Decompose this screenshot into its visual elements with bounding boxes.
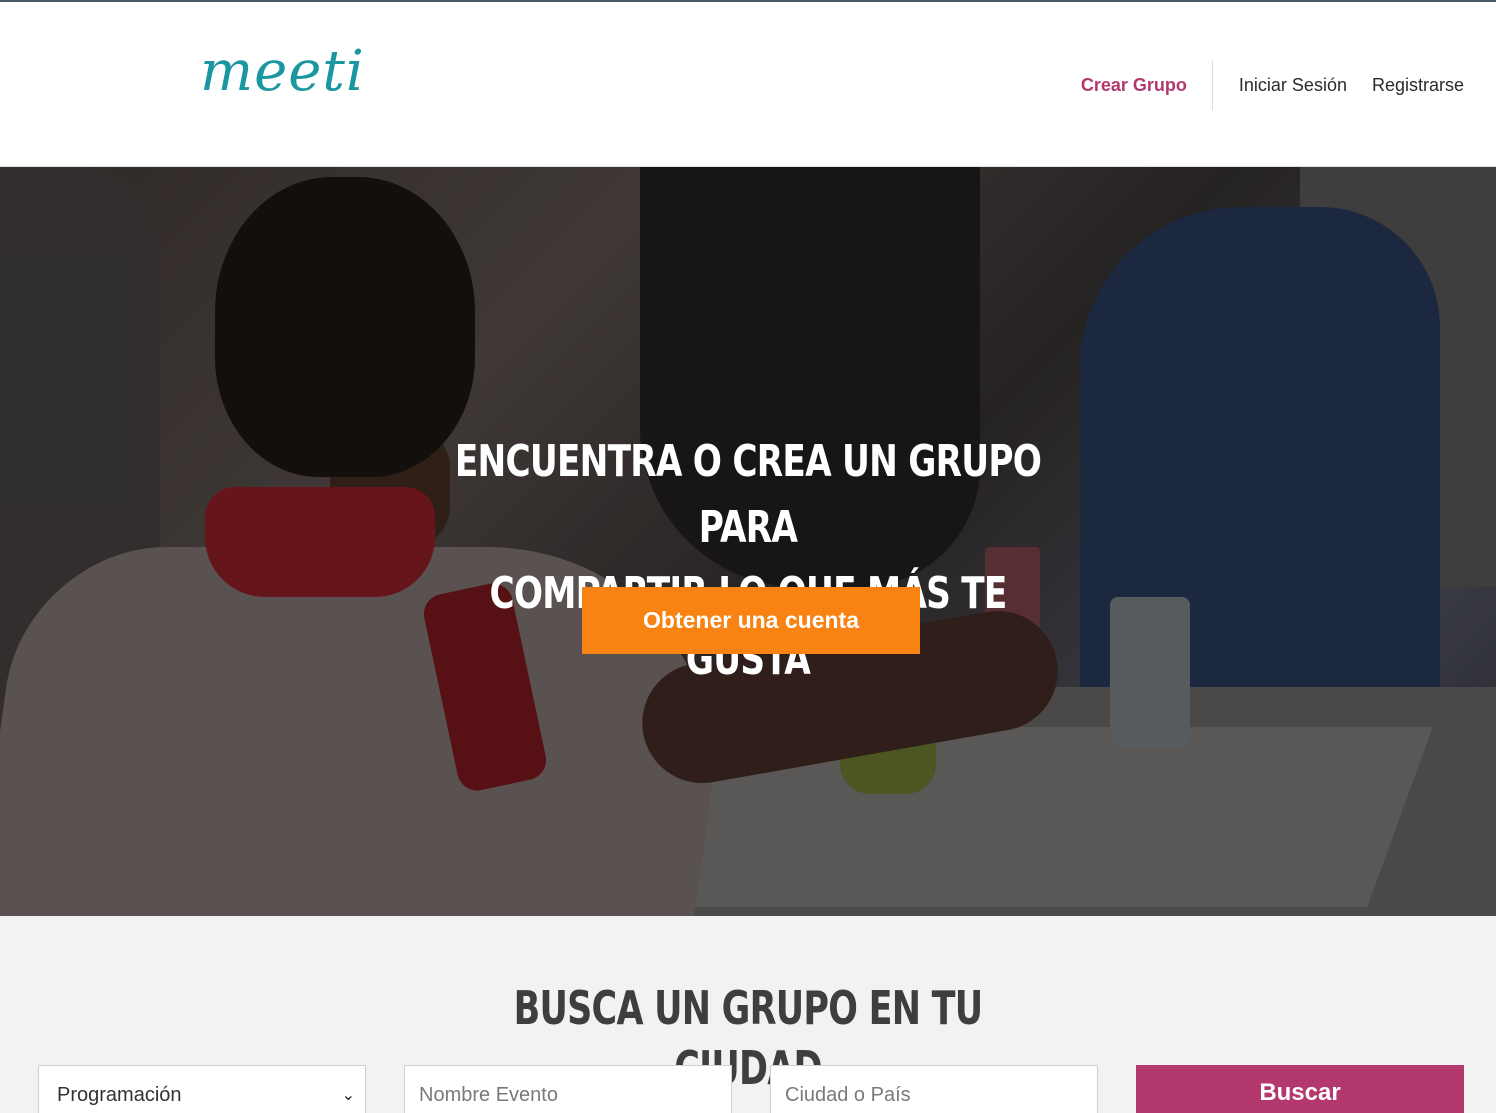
search-section: Busca un grupo en tu ciudad Programación… bbox=[0, 916, 1496, 1113]
category-select[interactable]: Programación ⌄ bbox=[38, 1065, 366, 1113]
hero-section: Encuentra o crea un grupo para compartir… bbox=[0, 167, 1496, 916]
register-link[interactable]: Registrarse bbox=[1372, 75, 1464, 96]
city-input[interactable] bbox=[771, 1066, 1097, 1113]
event-name-field[interactable] bbox=[404, 1065, 732, 1113]
event-name-input[interactable] bbox=[405, 1066, 731, 1113]
main-nav: Crear Grupo Iniciar Sesión Registrarse bbox=[1081, 60, 1464, 110]
site-header: meeti Crear Grupo Iniciar Sesión Registr… bbox=[0, 2, 1496, 167]
category-selected-value: Programación bbox=[57, 1083, 182, 1106]
get-account-button[interactable]: Obtener una cuenta bbox=[582, 587, 920, 654]
hero-title-line-1: Encuentra o crea un grupo para bbox=[454, 436, 1042, 553]
search-button[interactable]: Buscar bbox=[1136, 1065, 1464, 1113]
login-link[interactable]: Iniciar Sesión bbox=[1239, 75, 1347, 96]
city-field[interactable] bbox=[770, 1065, 1098, 1113]
nav-divider bbox=[1211, 60, 1213, 110]
logo[interactable]: meeti bbox=[200, 42, 365, 102]
chevron-down-icon: ⌄ bbox=[341, 1087, 355, 1104]
create-group-link[interactable]: Crear Grupo bbox=[1081, 75, 1187, 96]
